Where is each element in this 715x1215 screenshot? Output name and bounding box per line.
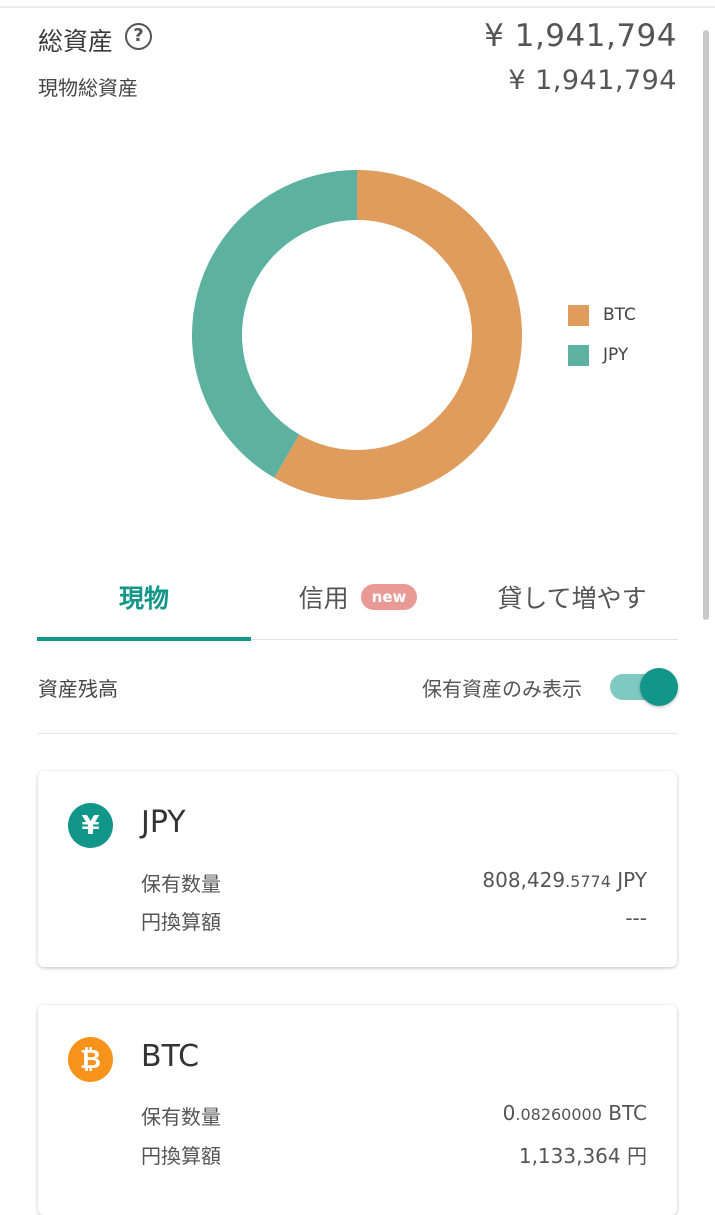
balance-section-title: 資産残高: [38, 677, 118, 701]
show-held-only-toggle[interactable]: [610, 668, 678, 706]
legend-swatch: [568, 344, 589, 366]
active-tab-indicator: [37, 637, 251, 641]
holding-value: 808,429.5774 JPY: [482, 868, 647, 892]
legend-label: JPY: [603, 345, 629, 365]
donut-slice-jpy: [192, 170, 358, 478]
holding-label: 保有数量: [141, 872, 221, 896]
jpy-equivalent-value: ---: [625, 906, 647, 930]
tab-lending[interactable]: 貸して増やす: [465, 555, 679, 639]
asset-name: BTC: [141, 1039, 200, 1074]
jpy-equivalent-label: 円換算額: [141, 910, 221, 934]
top-divider: [0, 6, 715, 8]
total-assets-value: ¥ 1,941,794: [484, 18, 677, 54]
asset-card-jpy[interactable]: ¥ JPY 保有数量 808,429.5774 JPY 円換算額 ---: [38, 771, 677, 967]
chart-legend: BTC JPY: [568, 295, 636, 375]
tab-credit-label: 信用: [298, 584, 349, 613]
holding-label: 保有数量: [141, 1105, 221, 1129]
jpy-equivalent-label: 円換算額: [141, 1144, 221, 1168]
toggle-knob: [640, 668, 678, 706]
legend-swatch: [568, 304, 589, 326]
help-icon[interactable]: ?: [125, 23, 152, 50]
yen-icon: ¥: [68, 803, 113, 848]
new-badge: new: [360, 584, 418, 610]
show-held-only-label: 保有資産のみ表示: [422, 677, 582, 701]
tab-lending-label: 貸して増やす: [497, 584, 647, 613]
holding-fraction: .08260000: [515, 1105, 602, 1124]
total-assets-label: 総資産: [38, 27, 114, 56]
holding-main: 808,429: [482, 868, 566, 892]
holding-unit: BTC: [601, 1101, 647, 1125]
bitcoin-icon: ₿: [68, 1037, 113, 1082]
tab-spot[interactable]: 現物: [37, 555, 251, 639]
legend-label: BTC: [603, 305, 636, 325]
tab-spot-label: 現物: [118, 584, 169, 613]
legend-item-jpy: JPY: [568, 335, 636, 375]
holding-unit: JPY: [610, 868, 647, 892]
jpy-equivalent-value: 1,133,364 円: [518, 1144, 647, 1168]
asset-name: JPY: [141, 805, 186, 840]
asset-tabs: 現物 信用 new 貸して増やす: [37, 555, 679, 641]
spot-assets-value: ¥ 1,941,794: [508, 65, 677, 96]
holding-fraction: .5774: [565, 872, 611, 891]
tab-credit[interactable]: 信用 new: [251, 555, 465, 639]
legend-item-btc: BTC: [568, 295, 636, 335]
donut-slice-btc: [274, 170, 522, 500]
holding-value: 0.08260000 BTC: [503, 1101, 647, 1125]
scrollbar[interactable]: [703, 30, 709, 620]
section-divider: [38, 733, 678, 734]
spot-assets-label: 現物総資産: [38, 76, 138, 100]
asset-donut-chart: [192, 170, 522, 500]
asset-card-btc[interactable]: ₿ BTC 保有数量 0.08260000 BTC 円換算額 1,133,364…: [38, 1005, 677, 1215]
holding-main: 0: [502, 1101, 516, 1125]
